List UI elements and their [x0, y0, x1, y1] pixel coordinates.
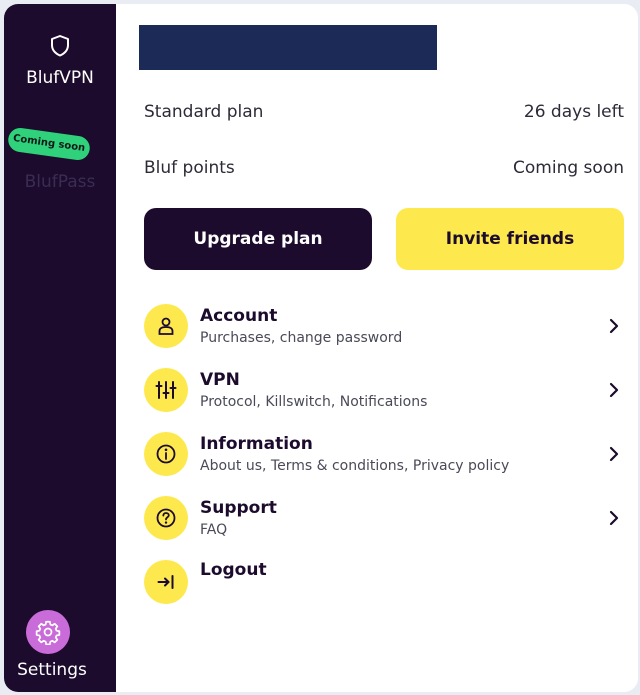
settings-button[interactable]: [26, 610, 70, 654]
menu-item-title: Information: [200, 433, 313, 454]
menu-item-title: VPN: [200, 369, 240, 390]
menu-item-subtitle: About us, Terms & conditions, Privacy po…: [200, 457, 510, 474]
menu-item-account[interactable]: Account Purchases, change password: [144, 300, 624, 352]
sidebar: BlufVPN Coming soon BlufPass Settings: [4, 4, 116, 692]
chevron-right-icon: [609, 382, 619, 398]
settings-label[interactable]: Settings: [4, 660, 100, 680]
question-icon: [144, 496, 188, 540]
gear-icon: [35, 620, 61, 645]
menu-item-vpn[interactable]: VPN Protocol, Killswitch, Notifications: [144, 364, 624, 416]
user-icon: [144, 304, 188, 348]
header-banner: [139, 25, 437, 70]
menu-item-support[interactable]: Support FAQ: [144, 492, 624, 544]
app-window: BlufVPN Coming soon BlufPass Settings St…: [4, 4, 638, 692]
menu-item-subtitle: FAQ: [200, 521, 228, 538]
menu-item-title: Account: [200, 305, 278, 326]
sidebar-item-blufvpn[interactable]: BlufVPN: [4, 34, 116, 88]
shield-icon: [51, 35, 69, 57]
coming-soon-badge: Coming soon: [6, 126, 92, 162]
logout-icon: [144, 560, 188, 604]
points-value: Coming soon: [513, 158, 624, 178]
points-row: Bluf points Coming soon: [144, 158, 624, 178]
chevron-right-icon: [609, 318, 619, 334]
plan-remaining: 26 days left: [523, 102, 624, 122]
upgrade-plan-button[interactable]: Upgrade plan: [144, 208, 372, 270]
points-label: Bluf points: [144, 158, 235, 178]
plan-row: Standard plan 26 days left: [144, 102, 624, 122]
sidebar-item-label: BlufVPN: [26, 68, 94, 88]
menu-item-information[interactable]: Information About us, Terms & conditions…: [144, 428, 624, 480]
invite-friends-button[interactable]: Invite friends: [396, 208, 624, 270]
menu-item-title: Support: [200, 497, 277, 518]
chevron-right-icon: [609, 510, 619, 526]
menu-item-title: Logout: [200, 560, 267, 580]
chevron-right-icon: [609, 446, 619, 462]
sidebar-item-blufpass: BlufPass: [24, 172, 96, 192]
info-icon: [144, 432, 188, 476]
sliders-icon: [144, 368, 188, 412]
menu-item-subtitle: Protocol, Killswitch, Notifications: [200, 393, 428, 410]
menu-item-logout[interactable]: Logout: [144, 556, 624, 608]
menu-item-subtitle: Purchases, change password: [200, 329, 403, 346]
plan-name: Standard plan: [144, 102, 264, 122]
